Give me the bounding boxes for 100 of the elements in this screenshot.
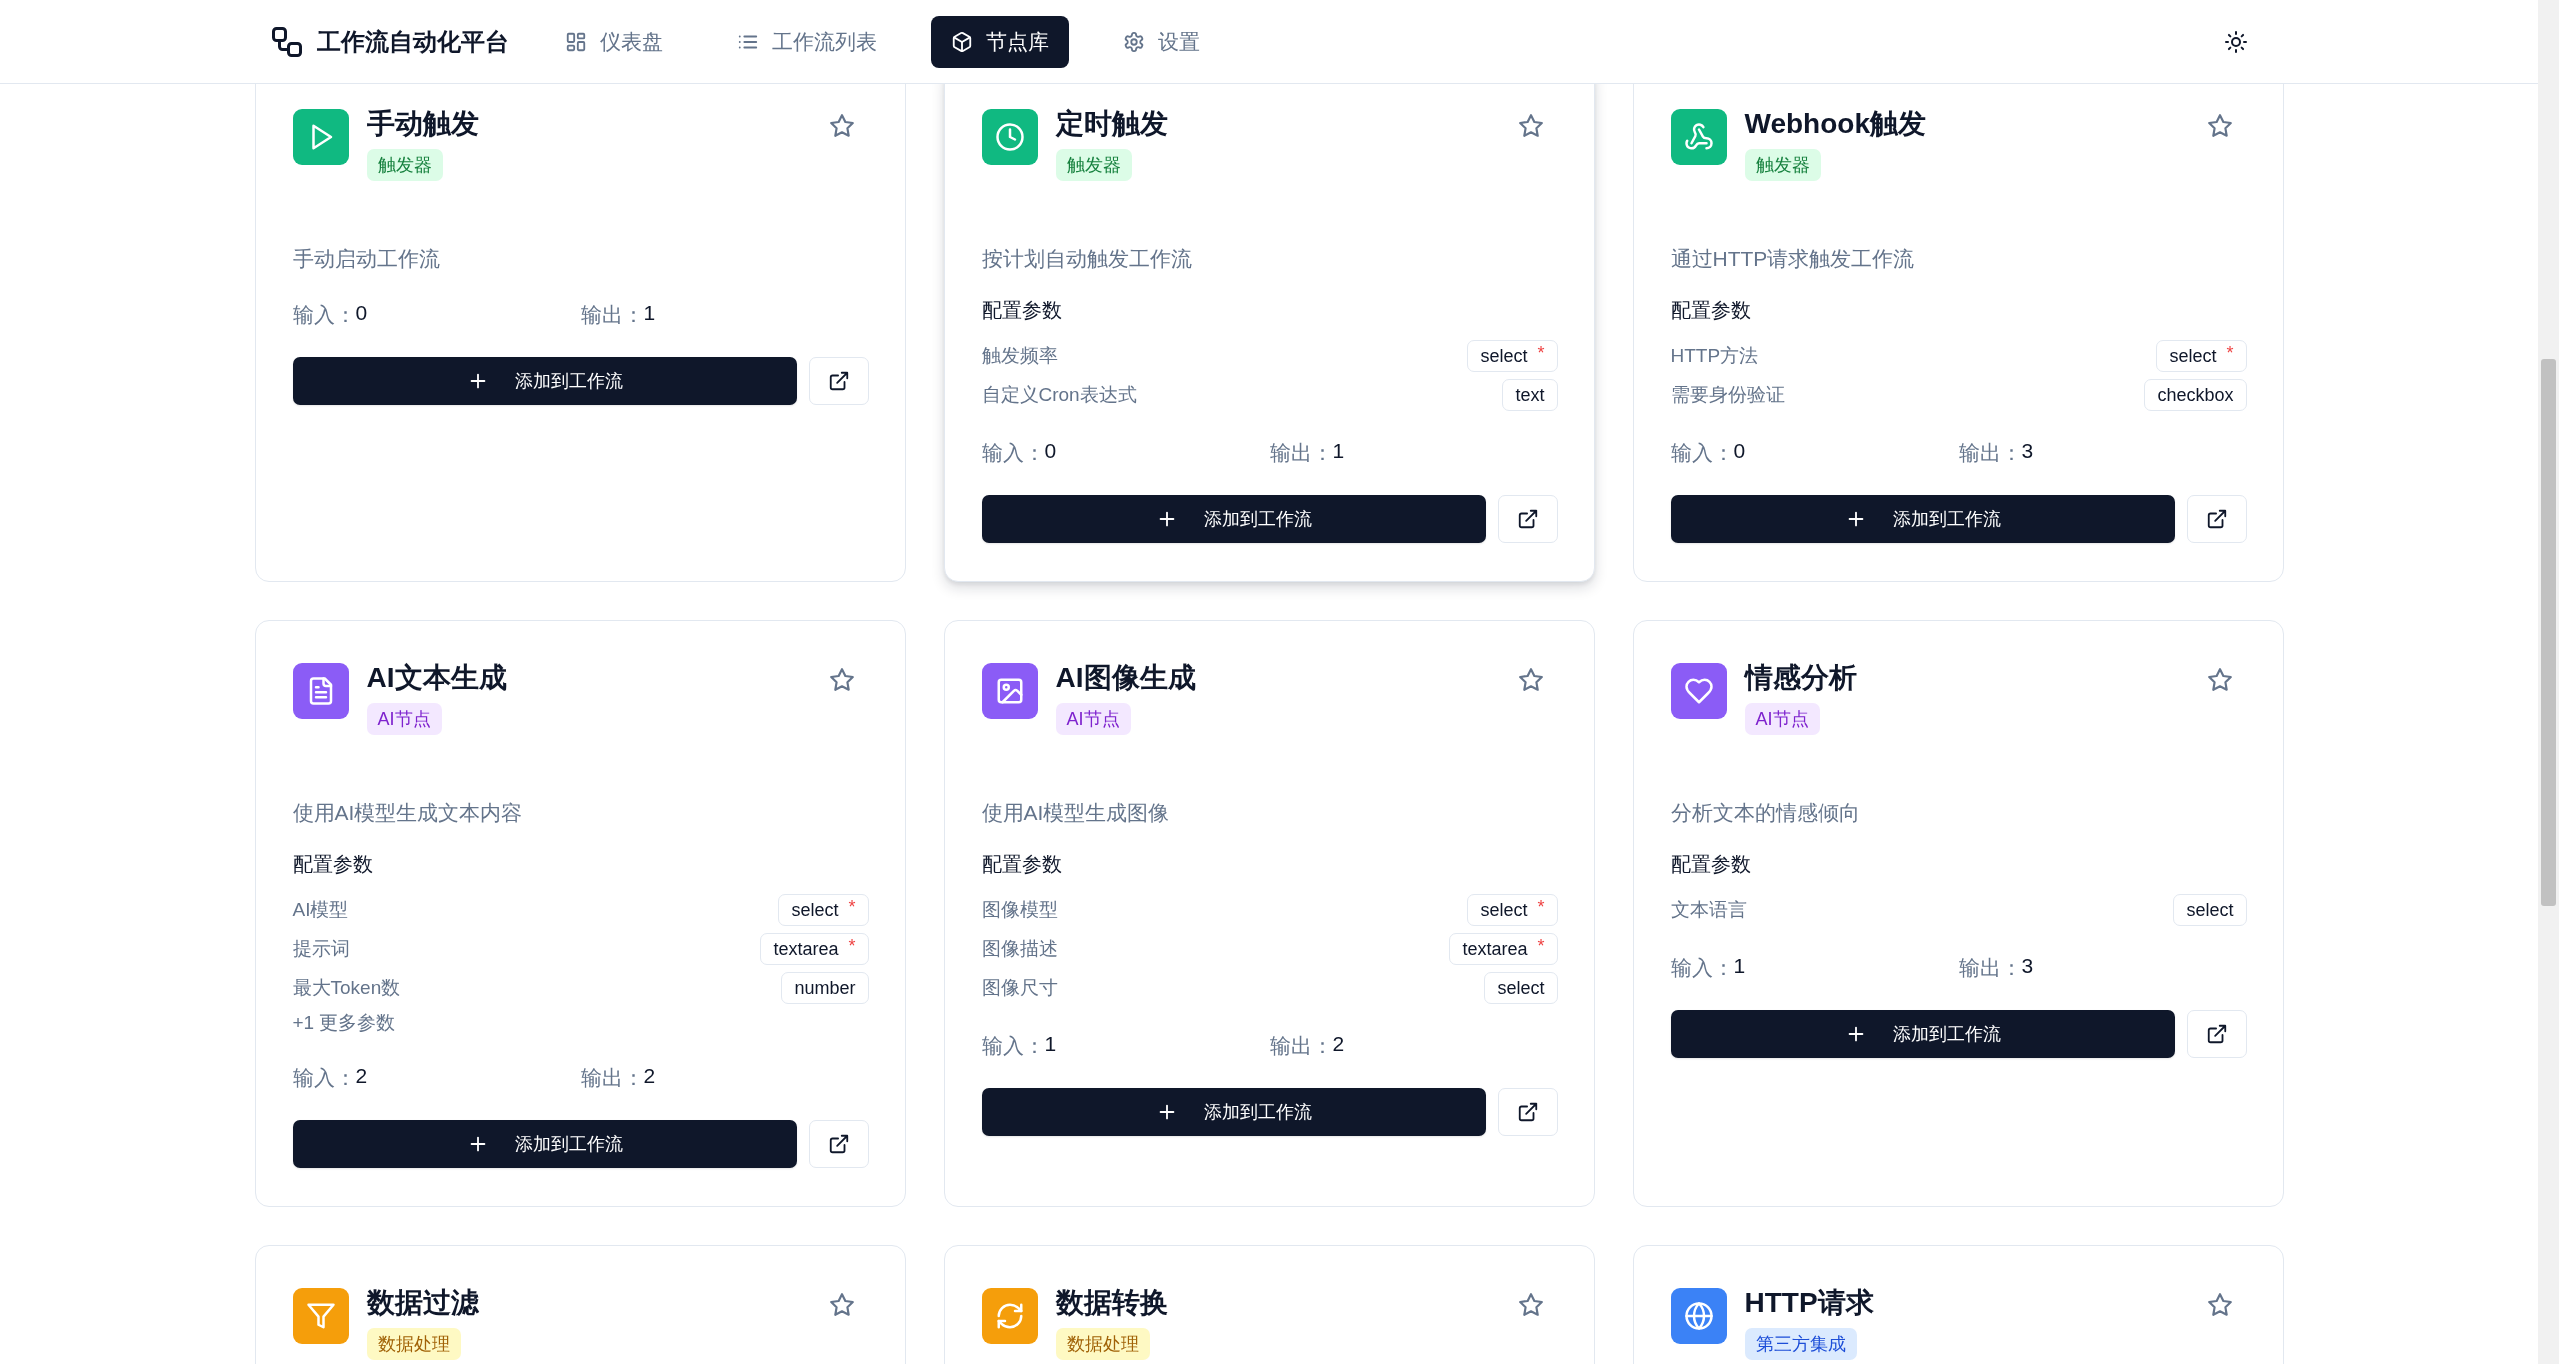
open-button[interactable] <box>2186 495 2247 543</box>
external-link-icon <box>2205 1023 2228 1045</box>
category-badge: 数据处理 <box>1055 1328 1150 1360</box>
open-button[interactable] <box>1497 495 1558 543</box>
node-card[interactable]: 数据过滤 数据处理 <box>254 1245 906 1364</box>
inputs-label: 输入： <box>292 302 356 328</box>
params-heading: 配置参数 <box>1670 852 1752 877</box>
open-button[interactable] <box>808 357 869 405</box>
category-badge: AI节点 <box>366 703 442 735</box>
favorite-button[interactable] <box>2206 1292 2233 1318</box>
node-description: 手动启动工作流 <box>292 246 441 272</box>
node-card[interactable]: AI图像生成 AI节点 使用AI模型生成图像 配置参数 图像模型 select * 图像描述 textarea * 图像尺寸 select 输入：1 输出：2 添加到工作流 <box>943 620 1595 1207</box>
inputs-label: 输入： <box>1670 955 1734 981</box>
param-type: number <box>794 977 856 1000</box>
more-params-text: +1 更多参数 <box>292 1011 397 1035</box>
param-type: text <box>1515 384 1545 407</box>
add-to-workflow-button[interactable]: 添加到工作流 <box>1670 1010 2175 1058</box>
node-description: 使用AI模型生成图像 <box>981 800 1171 826</box>
node-card[interactable]: Webhook触发 触发器 通过HTTP请求触发工作流 配置参数 HTTP方法 select * 需要身份验证 checkbox 输入：0 输出：3 添加到工作流 <box>1632 84 2284 582</box>
nav-tab[interactable]: 节点库 <box>930 15 1069 68</box>
required-asterisk: * <box>848 937 856 955</box>
required-asterisk: * <box>1537 937 1545 955</box>
param-type: textarea <box>773 938 839 961</box>
param-type: select <box>791 899 839 922</box>
favorite-button[interactable] <box>828 667 855 693</box>
node-title: 数据转换 <box>1055 1286 1168 1320</box>
nav-tab[interactable]: 工作流列表 <box>716 15 897 68</box>
node-card[interactable]: 手动触发 触发器 手动启动工作流 输入：0 输出：1 添加到工作流 <box>254 84 906 582</box>
add-to-workflow-button[interactable]: 添加到工作流 <box>292 1120 797 1168</box>
favorite-button[interactable] <box>828 1292 855 1318</box>
external-link-icon <box>827 1133 850 1155</box>
params-heading: 配置参数 <box>1670 298 1752 323</box>
cube-icon <box>950 30 973 53</box>
node-card[interactable]: 数据转换 数据处理 <box>943 1245 1595 1364</box>
node-card[interactable]: 情感分析 AI节点 分析文本的情感倾向 配置参数 文本语言 select 输入：1 输出：3 添加到工作流 <box>1632 620 2284 1207</box>
inputs-count: 0 <box>1733 439 1746 464</box>
settings-icon <box>1122 30 1145 53</box>
category-badge: 触发器 <box>1744 149 1821 181</box>
add-to-workflow-button[interactable]: 添加到工作流 <box>292 357 797 405</box>
category-badge: 数据处理 <box>366 1328 461 1360</box>
param-name: AI模型 <box>292 898 349 922</box>
add-to-workflow-button[interactable]: 添加到工作流 <box>981 1088 1486 1136</box>
outputs-label: 输出： <box>580 1065 644 1091</box>
scrollbar[interactable] <box>2538 0 2559 1364</box>
category-badge: 触发器 <box>1055 149 1132 181</box>
star-icon <box>828 667 855 693</box>
node-card[interactable]: 定时触发 触发器 按计划自动触发工作流 配置参数 触发频率 select * 自定义Cron表达式 text 输入：0 输出：1 添加到工作流 <box>943 84 1595 582</box>
required-asterisk: * <box>1537 344 1545 362</box>
outputs-label: 输出： <box>1958 440 2022 466</box>
param-type: select <box>1497 977 1545 1000</box>
favorite-button[interactable] <box>1517 1292 1544 1318</box>
add-to-workflow-button[interactable]: 添加到工作流 <box>981 495 1486 543</box>
favorite-button[interactable] <box>1517 113 1544 139</box>
inputs-label: 输入： <box>981 440 1045 466</box>
param-name: 图像尺寸 <box>981 976 1058 1000</box>
node-card[interactable]: HTTP请求 第三方集成 <box>1632 1245 2284 1364</box>
favorite-button[interactable] <box>2206 667 2233 693</box>
star-icon <box>828 1292 855 1318</box>
open-button[interactable] <box>2186 1010 2247 1058</box>
required-asterisk: * <box>848 898 856 916</box>
node-card[interactable]: AI文本生成 AI节点 使用AI模型生成文本内容 配置参数 AI模型 select * 提示词 textarea * 最大Token数 number +1 更多参数 输入：2 输出：2 添加到工作流 <box>254 620 906 1207</box>
app-title: 工作流自动化平台 <box>316 26 509 57</box>
nav-tab[interactable]: 仪表盘 <box>544 15 683 68</box>
category-badge: AI节点 <box>1744 703 1820 735</box>
outputs-label: 输出： <box>1269 1033 1333 1059</box>
param-name: 最大Token数 <box>292 976 401 1000</box>
node-title: HTTP请求 <box>1744 1286 1874 1320</box>
outputs-label: 输出： <box>1958 955 2022 981</box>
node-title: 定时触发 <box>1055 107 1168 141</box>
node-description: 按计划自动触发工作流 <box>981 246 1193 272</box>
outputs-count: 3 <box>2021 439 2034 464</box>
favorite-button[interactable] <box>2206 113 2233 139</box>
open-button[interactable] <box>808 1120 869 1168</box>
inputs-label: 输入： <box>981 1033 1045 1059</box>
inputs-label: 输入： <box>1670 440 1734 466</box>
external-link-icon <box>1516 508 1539 530</box>
inputs-count: 0 <box>1044 439 1057 464</box>
node-description: 分析文本的情感倾向 <box>1670 800 1861 826</box>
outputs-count: 2 <box>1332 1032 1345 1057</box>
favorite-button[interactable] <box>1517 667 1544 693</box>
param-name: 触发频率 <box>981 344 1058 368</box>
outputs-count: 2 <box>643 1064 656 1089</box>
add-to-workflow-button[interactable]: 添加到工作流 <box>1670 495 2175 543</box>
open-button[interactable] <box>1497 1088 1558 1136</box>
param-name: 自定义Cron表达式 <box>981 383 1137 407</box>
param-name: 提示词 <box>292 937 350 961</box>
node-title: AI文本生成 <box>366 661 507 695</box>
nav-tab[interactable]: 设置 <box>1102 15 1220 68</box>
star-icon <box>1517 1292 1544 1318</box>
category-badge: 触发器 <box>366 149 443 181</box>
node-title: 情感分析 <box>1744 661 1857 695</box>
grid-icon <box>564 30 587 53</box>
required-asterisk: * <box>1537 898 1545 916</box>
inputs-label: 输入： <box>292 1065 356 1091</box>
star-icon <box>828 113 855 139</box>
outputs-label: 输出： <box>1269 440 1333 466</box>
node-title: 手动触发 <box>366 107 479 141</box>
param-type: select <box>2169 345 2217 368</box>
favorite-button[interactable] <box>828 113 855 139</box>
external-link-icon <box>2205 508 2228 530</box>
